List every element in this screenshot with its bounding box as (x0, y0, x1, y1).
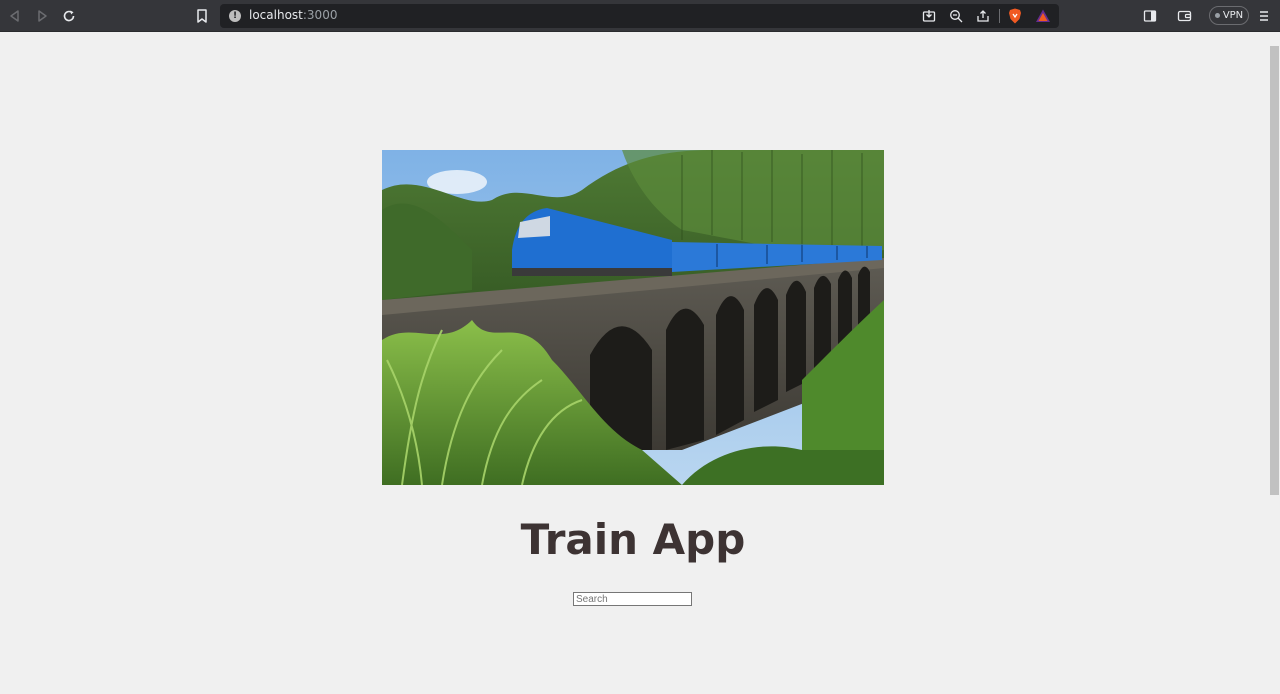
vpn-label: VPN (1222, 10, 1244, 21)
omnibox-separator (999, 9, 1000, 23)
brave-rewards-icon[interactable] (1035, 8, 1051, 24)
sidebar-icon[interactable] (1140, 6, 1160, 26)
scrollbar-thumb[interactable] (1270, 46, 1279, 495)
wallet-icon[interactable] (1174, 6, 1194, 26)
forward-icon[interactable] (32, 6, 52, 26)
reload-icon[interactable] (59, 6, 79, 26)
address-bar[interactable]: ! localhost:3000 (220, 4, 1059, 28)
hero-image (382, 150, 884, 485)
page-title: Train App (520, 515, 746, 564)
browser-toolbar: ! localhost:3000 VPN (0, 0, 1280, 32)
bookmark-icon[interactable] (192, 6, 212, 26)
search-input[interactable] (573, 592, 692, 606)
url-port: :3000 (302, 8, 338, 22)
back-icon[interactable] (5, 6, 25, 26)
info-icon[interactable]: ! (229, 10, 241, 22)
vpn-status-dot (1214, 13, 1220, 18)
install-icon[interactable] (921, 8, 937, 24)
zoom-out-icon[interactable] (948, 8, 964, 24)
menu-icon[interactable] (1254, 6, 1274, 26)
vpn-button[interactable]: VPN (1209, 6, 1249, 25)
brave-shields-icon[interactable] (1007, 8, 1023, 24)
url-text[interactable]: localhost:3000 (249, 8, 337, 22)
share-icon[interactable] (975, 8, 991, 24)
url-host: localhost (249, 8, 303, 22)
